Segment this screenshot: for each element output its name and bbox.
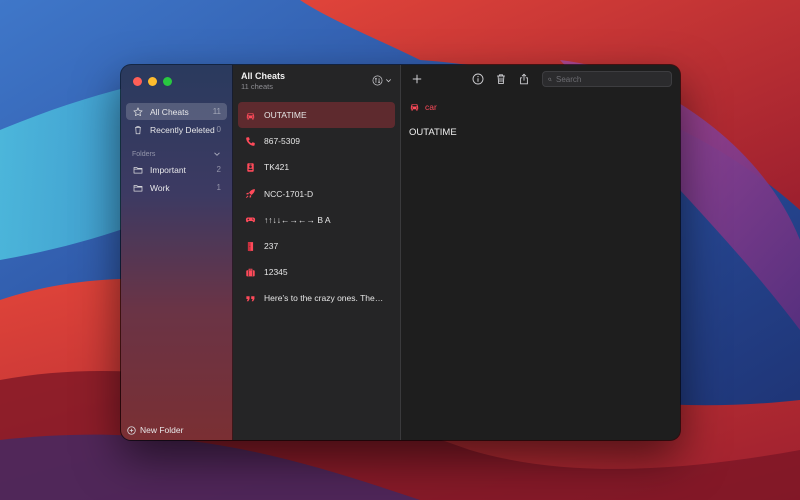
search-input[interactable] — [556, 74, 666, 84]
sidebar-item-label: Work — [150, 182, 170, 193]
sidebar-item-label: Important — [150, 164, 186, 175]
list-item[interactable]: 867-5309 — [238, 128, 395, 154]
rocket-icon — [244, 187, 257, 200]
door-icon — [244, 240, 257, 253]
list-item-label: TK421 — [264, 162, 290, 173]
sidebar-item-recently-deleted[interactable]: Recently Deleted 0 — [126, 121, 227, 138]
category-tag: car — [409, 101, 680, 112]
sidebar-item-folder-important[interactable]: Important 2 — [126, 161, 227, 178]
add-cheat-button[interactable] — [409, 71, 425, 87]
search-field[interactable] — [542, 71, 672, 87]
list-item-label: OUTATIME — [264, 110, 307, 121]
sidebar-item-label: All Cheats — [150, 106, 189, 117]
list-item-label: 867-5309 — [264, 136, 300, 147]
cheat-list: OUTATIME 867-5309 TK421 NCC-1701-D ↑↑↓↓←… — [233, 101, 400, 312]
list-item[interactable]: 237 — [238, 233, 395, 259]
chevron-down-icon — [214, 152, 220, 156]
list-item[interactable]: TK421 — [238, 154, 395, 180]
list-item-label: Here’s to the crazy ones. The… — [264, 293, 384, 304]
list-header: All Cheats 11 cheats — [233, 65, 400, 101]
sort-icon — [372, 75, 383, 85]
close-window-button[interactable] — [133, 77, 142, 86]
sidebar-item-label: Recently Deleted — [150, 124, 215, 135]
cheat-value: OUTATIME — [409, 127, 457, 138]
list-item-label: NCC-1701-D — [264, 188, 314, 199]
list-item-label: 237 — [264, 241, 279, 252]
sidebar-item-folder-work[interactable]: Work 1 — [126, 179, 227, 196]
star-icon — [132, 106, 144, 118]
info-icon — [472, 73, 484, 85]
list-item-label: ↑↑↓↓←→←→ B A — [264, 214, 331, 225]
plus-circle-icon — [127, 425, 136, 435]
folder-icon — [132, 164, 144, 176]
list-item[interactable]: NCC-1701-D — [238, 181, 395, 207]
search-icon — [548, 77, 552, 81]
phone-icon — [244, 135, 257, 148]
share-icon — [520, 73, 528, 85]
chevron-down-icon — [386, 78, 391, 82]
list-title: All Cheats — [241, 71, 286, 81]
share-button[interactable] — [516, 71, 532, 87]
sidebar-item-count: 2 — [216, 165, 221, 174]
app-window: All Cheats 11 Recently Deleted 0 Folders… — [121, 65, 680, 440]
zoom-window-button[interactable] — [163, 77, 172, 86]
delete-button[interactable] — [493, 71, 509, 87]
gamepad-icon — [244, 213, 257, 226]
sidebar: All Cheats 11 Recently Deleted 0 Folders… — [121, 65, 233, 440]
car-icon — [244, 109, 257, 122]
category-tag-label: car — [425, 101, 437, 112]
list-subtitle: 11 cheats — [241, 82, 273, 91]
sidebar-item-all-cheats[interactable]: All Cheats 11 — [126, 103, 227, 120]
new-folder-label: New Folder — [140, 425, 184, 435]
list-item[interactable]: OUTATIME — [238, 102, 395, 129]
sidebar-list: All Cheats 11 Recently Deleted 0 Folders… — [126, 103, 227, 197]
toolbar — [401, 65, 680, 93]
trash-icon — [497, 74, 505, 85]
plus-icon — [412, 74, 422, 84]
quote-icon — [244, 292, 257, 305]
info-button[interactable] — [470, 71, 486, 87]
sidebar-item-count: 0 — [216, 125, 221, 134]
sidebar-item-count: 1 — [216, 183, 221, 192]
list-item[interactable]: ↑↑↓↓←→←→ B A — [238, 207, 395, 233]
new-folder-button[interactable]: New Folder — [127, 425, 183, 435]
folder-icon — [132, 182, 144, 194]
list-item[interactable]: Here’s to the crazy ones. The… — [238, 285, 395, 311]
suitcase-icon — [244, 266, 257, 279]
list-item-label: 12345 — [264, 267, 288, 278]
minimize-window-button[interactable] — [148, 77, 157, 86]
trash-icon — [132, 124, 144, 136]
detail-pane: car OUTATIME — [401, 65, 680, 440]
sort-menu-button[interactable] — [372, 73, 392, 87]
window-controls — [133, 77, 172, 86]
car-icon — [410, 104, 419, 111]
cheat-list-pane: All Cheats 11 cheats OUTATIME 867-5309 T… — [233, 65, 401, 440]
sidebar-item-count: 11 — [212, 107, 221, 116]
folders-section-header[interactable]: Folders — [126, 147, 227, 161]
list-item[interactable]: 12345 — [238, 259, 395, 285]
folders-header-label: Folders — [132, 150, 156, 158]
id-badge-icon — [244, 161, 257, 174]
